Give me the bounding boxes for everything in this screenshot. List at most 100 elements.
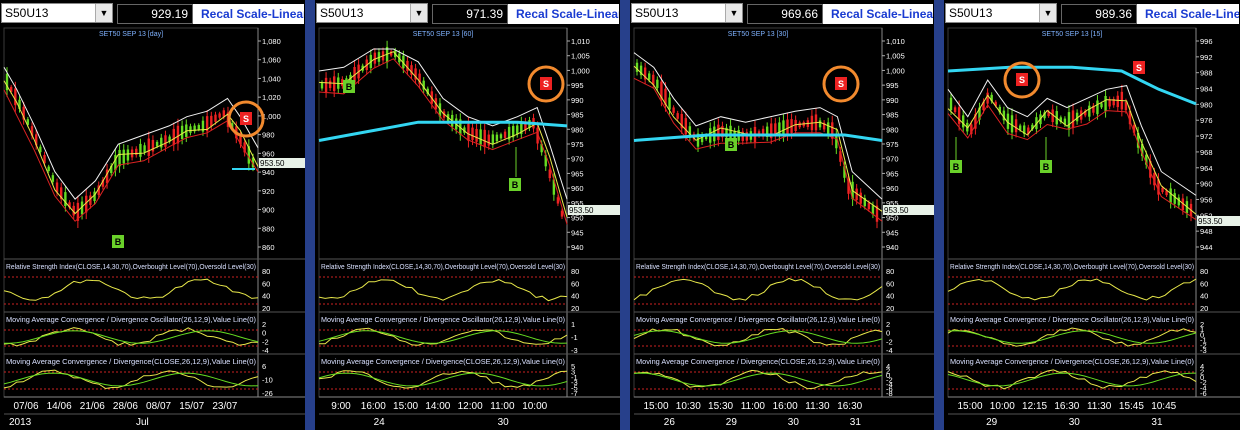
x-axis-label: 14:00 (425, 401, 450, 412)
chart-canvas[interactable]: SET50 SEP 13 [15] 996 992 988 984 980 976 972 96… (944, 27, 1240, 430)
x-axis-period-label: 29 (986, 417, 998, 428)
rsi-label: Relative Strength Index(CLOSE,14,30,70),… (321, 262, 565, 271)
chart-panel-day[interactable]: S50U13 ▼ 929.19 Recal Scale-Linear SET50 SEP… (0, 0, 305, 430)
indicator-line (947, 278, 1197, 301)
x-axis-label: 11:30 (805, 401, 830, 412)
price-tick-label: 972 (1200, 132, 1213, 141)
price-tick-label: 960 (1200, 180, 1213, 189)
chart-canvas[interactable]: SET50 SEP 13 [60] 1,010 1,005 1,000 995 990 98… (315, 27, 620, 430)
indicator-tick-label: 80 (1200, 267, 1208, 276)
price-tick-label: 940 (571, 243, 584, 252)
buy-signal-icon[interactable]: B (1040, 160, 1052, 173)
rsi-label: Relative Strength Index(CLOSE,14,30,70),… (950, 262, 1194, 271)
sell-signal-icon[interactable]: S (1133, 61, 1145, 74)
x-axis-period-label: 26 (664, 417, 676, 428)
indicator-signal-line (3, 372, 259, 387)
indicator-tick-label: -1 (571, 333, 578, 342)
recal-scale-button[interactable]: Recal Scale-Linear (193, 4, 304, 24)
sell-signal-icon[interactable]: S (1016, 73, 1028, 86)
x-axis-period-label: 24 (374, 417, 386, 428)
indicator-tick-label: 0 (262, 329, 266, 338)
buy-signal-icon[interactable]: B (343, 80, 355, 93)
chevron-down-icon[interactable]: ▼ (410, 4, 427, 22)
x-axis-label: 10:45 (1151, 401, 1176, 412)
buy-signal-icon[interactable]: B (112, 235, 124, 248)
price-tick-label: 860 (262, 243, 275, 252)
svg-text:B: B (115, 237, 122, 247)
chart-panel-15min[interactable]: S50U13 ▼ 989.36Recal Scale-Linear SET50 SEP… (944, 0, 1240, 430)
price-tick-label: 980 (262, 131, 275, 140)
chart-canvas[interactable]: SET50 SEP 13 [30] 1,010 1,005 1,000 995 990 98… (630, 27, 934, 430)
last-price: 971.39 (432, 4, 508, 24)
x-axis-label: 15:45 (1119, 401, 1144, 412)
sell-signal-icon[interactable]: S (240, 112, 252, 125)
indicator-line (947, 327, 1197, 347)
price-tick-label: 1,005 (886, 52, 905, 61)
rsi-label: Relative Strength Index(CLOSE,14,30,70),… (636, 262, 880, 271)
buy-signal-icon[interactable]: B (509, 178, 521, 191)
candlestick-series (5, 67, 255, 229)
x-axis-label: 16:30 (1054, 401, 1079, 412)
symbol-select[interactable]: S50U13 ▼ (1, 3, 113, 23)
indicator-tick-label: 40 (262, 292, 270, 301)
x-axis-label: 16:00 (361, 401, 386, 412)
indicator-tick-label: 2 (886, 320, 890, 329)
price-tick-label: 990 (571, 96, 584, 105)
panel-divider (305, 0, 315, 430)
panel-toolbar: S50U13 ▼ 971.39 Recal Scale-Linear (315, 0, 620, 27)
symbol-select[interactable]: S50U13 ▼ (945, 3, 1057, 23)
chevron-down-icon[interactable]: ▼ (1039, 4, 1056, 22)
price-tick-label: 985 (886, 111, 899, 120)
sell-signal-icon[interactable]: S (835, 77, 847, 90)
panel-toolbar: S50U13 ▼ 969.66 Recal Scale-Linear (630, 0, 934, 27)
macd-oscillator-label: Moving Average Convergence / Divergence … (636, 315, 880, 324)
price-tick-label: 975 (886, 140, 899, 149)
price-tick-label: 880 (262, 224, 275, 233)
moving-average-white (3, 67, 259, 200)
chart-canvas[interactable]: SET50 SEP 13 [day] 1,080 1,060 1,040 1,020 1,… (0, 27, 305, 430)
chevron-down-icon[interactable]: ▼ (95, 4, 112, 22)
price-tick-label: 996 (1200, 37, 1213, 46)
chart-title: SET50 SEP 13 [30] (728, 31, 789, 38)
x-axis-period-label: 30 (498, 417, 510, 428)
recal-scale-button[interactable]: Recal Scale-Linear (1137, 4, 1239, 24)
symbol-value: S50U13 (949, 6, 993, 20)
chart-panel-60min[interactable]: S50U13 ▼ 971.39 Recal Scale-Linear SET50 SEP… (315, 0, 620, 430)
chevron-down-icon[interactable]: ▼ (725, 4, 742, 22)
x-axis-label: 11:30 (1087, 401, 1112, 412)
sell-signal-icon[interactable]: S (540, 77, 552, 90)
x-axis-label: 12:15 (1022, 401, 1047, 412)
symbol-select[interactable]: S50U13 ▼ (631, 3, 743, 23)
x-axis-label: 07/06 (13, 401, 38, 412)
chart-panel-30min[interactable]: S50U13 ▼ 969.66 Recal Scale-Linear SET50 SEP… (630, 0, 934, 430)
indicator-signal-line (318, 372, 568, 387)
svg-text:B: B (1043, 162, 1050, 172)
price-tick-label: 988 (1200, 69, 1213, 78)
recal-scale-button[interactable]: Recal Scale-Linear (823, 4, 933, 24)
buy-signal-icon[interactable]: B (950, 160, 962, 173)
rsi-label: Relative Strength Index(CLOSE,14,30,70),… (6, 262, 256, 271)
symbol-value: S50U13 (5, 6, 49, 20)
indicator-signal-line (633, 372, 883, 387)
x-axis-label: 15:00 (393, 401, 418, 412)
price-tick-label: 1,010 (886, 37, 905, 46)
indicator-tick-label: -3 (571, 346, 578, 355)
x-axis-label: 15:00 (957, 401, 982, 412)
recal-scale-button[interactable]: Recal Scale-Linear (508, 4, 619, 24)
price-tick-label: 1,040 (262, 74, 281, 83)
svg-text:B: B (346, 82, 353, 92)
price-tick-label: 948 (1200, 227, 1213, 236)
price-tick-label: 1,005 (571, 52, 590, 61)
indicator-signal-line (633, 330, 883, 344)
macd-oscillator-label: Moving Average Convergence / Divergence … (950, 315, 1194, 324)
svg-text:953.50: 953.50 (260, 159, 285, 168)
indicator-tick-label: 40 (1200, 292, 1208, 301)
price-tick-label: 976 (1200, 116, 1213, 125)
buy-signal-icon[interactable]: B (725, 138, 737, 151)
symbol-select[interactable]: S50U13 ▼ (316, 3, 428, 23)
price-tick-label: 992 (1200, 53, 1213, 62)
indicator-tick-label: 0 (886, 329, 890, 338)
price-tick-label: 970 (571, 155, 584, 164)
last-price: 929.19 (117, 4, 193, 24)
svg-text:S: S (1136, 63, 1142, 73)
